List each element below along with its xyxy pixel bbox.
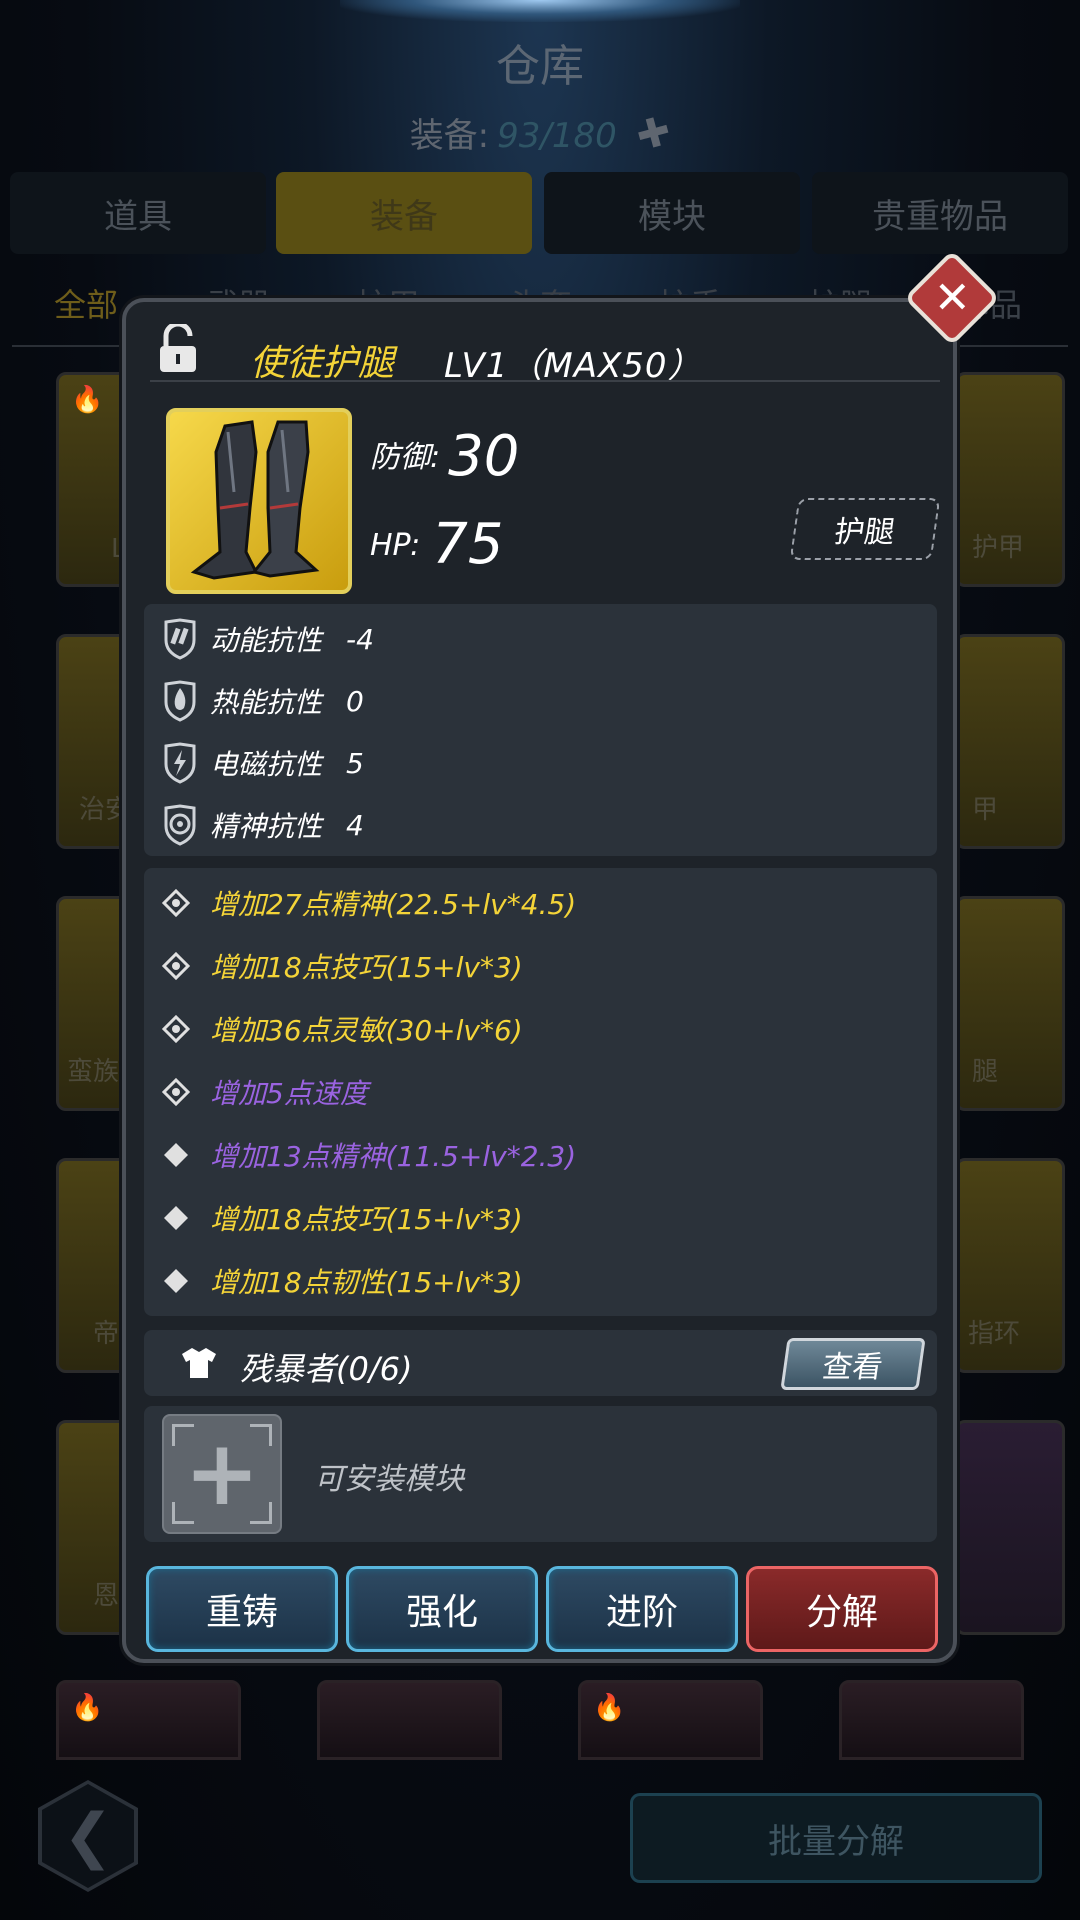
close-icon: ✕	[933, 272, 971, 323]
affix-row: 增加13点精神(11.5+lv*2.3)	[162, 1130, 576, 1180]
resistance-row: 热能抗性 0	[162, 676, 364, 726]
header-divider	[150, 380, 940, 382]
page-title: 仓库	[496, 41, 584, 92]
electromagnetic-resist-icon	[164, 742, 196, 784]
resistance-value: 0	[346, 684, 364, 718]
defense-label: 防御:	[370, 440, 441, 475]
fire-icon: 🔥	[71, 385, 104, 415]
resistance-value: 5	[346, 746, 364, 780]
module-slot[interactable]: +	[162, 1414, 282, 1534]
resistance-row: 精神抗性 4	[162, 800, 364, 850]
hp-label: HP:	[370, 528, 421, 563]
defense-stat: 防御: 30	[370, 424, 519, 489]
item-detail-modal: 使徒护腿 LV1（MAX50） 防御: 30 HP: 75 护腿 动能抗性 -4 热能…	[122, 298, 957, 1663]
inventory-card[interactable]: 指环	[955, 1158, 1065, 1373]
affix-text: 增加18点技巧(15+lv*3)	[210, 951, 523, 984]
locked-affix-icon	[162, 889, 190, 917]
inventory-card[interactable]: 护甲	[955, 372, 1065, 587]
resistance-panel: 动能抗性 -4 热能抗性 0 电磁抗性 5 精神抗性 4	[144, 604, 937, 856]
resistance-label: 热能抗性	[210, 686, 323, 719]
tab-props[interactable]: 道具	[10, 172, 266, 254]
item-type-tag: 护腿	[789, 498, 941, 560]
affix-text: 增加18点技巧(15+lv*3)	[210, 1203, 523, 1236]
batch-dismantle-button[interactable]: 批量分解	[630, 1793, 1042, 1883]
view-set-button[interactable]: 查看	[780, 1338, 926, 1390]
kinetic-resist-icon	[164, 618, 196, 660]
capacity-value: 93/180	[497, 116, 617, 156]
affix-row: 增加36点灵敏(30+lv*6)	[162, 1004, 523, 1054]
subtab-all[interactable]: 全部	[54, 280, 118, 326]
shirt-icon	[182, 1348, 216, 1378]
resistance-label: 电磁抗性	[210, 748, 323, 781]
advance-button[interactable]: 进阶	[546, 1566, 738, 1652]
set-name: 残暴者(0/6)	[240, 1350, 413, 1388]
affix-text: 增加27点精神(22.5+lv*4.5)	[210, 888, 577, 921]
fire-icon: 🔥	[71, 1693, 104, 1723]
affix-text: 增加36点灵敏(30+lv*6)	[210, 1014, 523, 1047]
resistance-row: 动能抗性 -4	[162, 614, 374, 664]
diamond-bullet-icon	[162, 1267, 190, 1295]
affix-panel: 增加27点精神(22.5+lv*4.5) 增加18点技巧(15+lv*3) 增加…	[144, 868, 937, 1316]
inventory-card[interactable]	[955, 1420, 1065, 1635]
top-glow	[340, 0, 740, 22]
defense-value: 30	[448, 424, 520, 489]
affix-row: 增加18点韧性(15+lv*3)	[162, 1256, 523, 1306]
add-icon: +	[184, 1421, 260, 1526]
inventory-card[interactable]	[839, 1680, 1024, 1760]
affix-text: 增加18点韧性(15+lv*3)	[210, 1266, 523, 1299]
capacity-display: 装备: 93/180 ✚	[0, 107, 1080, 160]
unlock-icon[interactable]	[158, 324, 198, 374]
fire-icon: 🔥	[593, 1693, 626, 1723]
psychic-resist-icon	[164, 804, 196, 846]
locked-affix-icon	[162, 952, 190, 980]
set-bonus-row: 残暴者(0/6) 查看	[144, 1330, 937, 1396]
tab-valuables[interactable]: 贵重物品	[812, 172, 1068, 254]
inventory-card[interactable]	[317, 1680, 502, 1760]
inventory-card[interactable]: 腿	[955, 896, 1065, 1111]
capacity-label: 装备:	[409, 116, 490, 156]
item-name: 使徒护腿	[250, 343, 395, 384]
locked-affix-icon	[162, 1078, 190, 1106]
inventory-card[interactable]: 🔥	[56, 1680, 241, 1760]
resistance-label: 动能抗性	[210, 624, 323, 657]
chevron-left-icon: ❮	[42, 1784, 134, 1888]
thermal-resist-icon	[164, 680, 196, 722]
resistance-value: 4	[346, 808, 364, 842]
affix-row: 增加18点技巧(15+lv*3)	[162, 1193, 523, 1243]
module-slot-label: 可安装模块	[314, 1462, 464, 1497]
locked-affix-icon	[162, 1015, 190, 1043]
reforge-button[interactable]: 重铸	[146, 1566, 338, 1652]
dismantle-button[interactable]: 分解	[746, 1566, 938, 1652]
inventory-card[interactable]: 甲	[955, 634, 1065, 849]
resistance-label: 精神抗性	[210, 810, 323, 843]
category-tabs: 道具 装备 模块 贵重物品	[10, 172, 1070, 254]
resistance-row: 电磁抗性 5	[162, 738, 364, 788]
diamond-bullet-icon	[162, 1204, 190, 1232]
item-portrait	[166, 408, 352, 594]
diamond-bullet-icon	[162, 1141, 190, 1169]
tab-equipment[interactable]: 装备	[276, 172, 532, 254]
leg-armor-icon	[190, 420, 320, 580]
inventory-card[interactable]: 🔥	[578, 1680, 763, 1760]
affix-text: 增加5点速度	[210, 1077, 368, 1110]
enhance-button[interactable]: 强化	[346, 1566, 538, 1652]
affix-row: 增加5点速度	[162, 1067, 368, 1117]
expand-capacity-icon[interactable]: ✚	[631, 107, 675, 160]
hp-value: 75	[432, 512, 504, 577]
affix-text: 增加13点精神(11.5+lv*2.3)	[210, 1140, 577, 1173]
resistance-value: -4	[346, 622, 374, 656]
tab-modules[interactable]: 模块	[544, 172, 800, 254]
module-row: + 可安装模块	[144, 1406, 937, 1542]
affix-row: 增加27点精神(22.5+lv*4.5)	[162, 878, 576, 928]
affix-row: 增加18点技巧(15+lv*3)	[162, 941, 523, 991]
hp-stat: HP: 75	[370, 512, 504, 577]
